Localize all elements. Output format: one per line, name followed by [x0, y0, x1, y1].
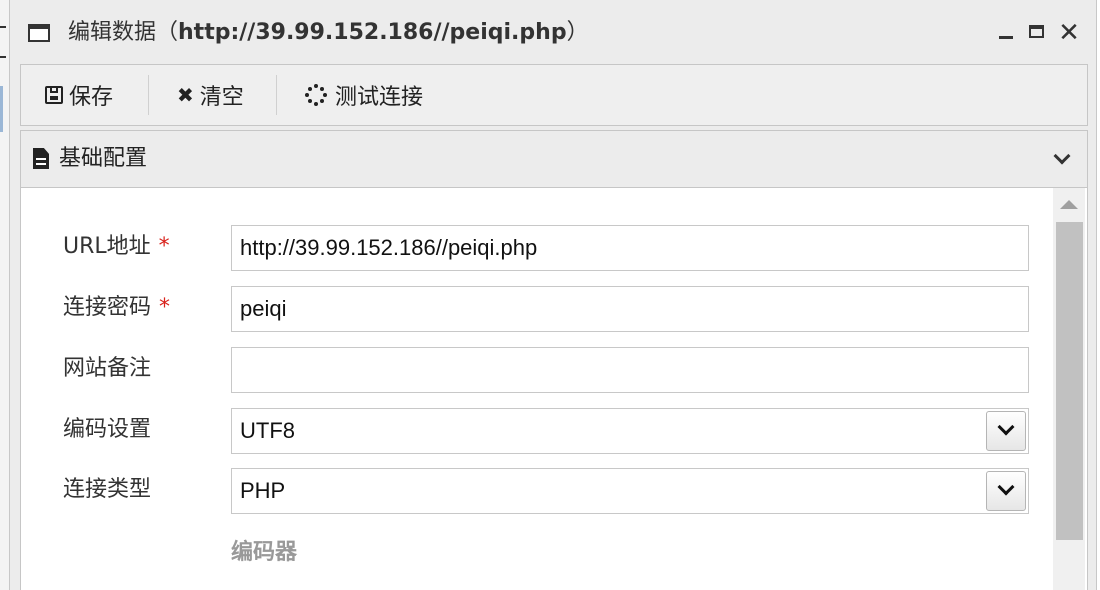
url-label: URL地址 * — [63, 232, 170, 262]
scroll-thumb[interactable] — [1056, 222, 1083, 540]
encoder-label: 编码器 — [231, 540, 298, 565]
x-icon: ✖ — [177, 83, 194, 107]
conn-type-select[interactable]: PHP — [231, 468, 1029, 514]
maximize-button[interactable] — [1028, 20, 1048, 46]
note-input[interactable] — [231, 347, 1029, 393]
encoding-select[interactable]: UTF8 — [231, 408, 1029, 454]
panel-title: 基础配置 — [59, 146, 148, 171]
dialog-title: 编辑数据（http://39.99.152.186//peiqi.php） — [68, 18, 589, 48]
chevron-down-icon[interactable] — [1051, 149, 1073, 171]
url-input[interactable] — [231, 225, 1029, 271]
required-asterisk: * — [158, 234, 170, 259]
background-mark — [0, 26, 6, 28]
password-label-text: 连接密码 — [63, 295, 152, 320]
form-content: URL地址 * 连接密码 * 网站备注 编码设置 UTF8 连接类型 PHP 编码器 — [20, 188, 1088, 590]
test-connection-button[interactable]: 测试连接 — [305, 65, 423, 125]
title-suffix: ） — [566, 20, 589, 45]
chevron-down-icon[interactable] — [986, 411, 1026, 451]
dialog-titlebar[interactable]: 编辑数据（http://39.99.152.186//peiqi.php） ✕ — [10, 0, 1096, 64]
toolbar-divider — [148, 75, 149, 115]
clear-label: 清空 — [199, 85, 244, 110]
password-label: 连接密码 * — [63, 293, 170, 323]
url-label-text: URL地址 — [63, 234, 151, 259]
chevron-down-icon[interactable] — [986, 471, 1026, 511]
background-mark — [0, 56, 6, 58]
floppy-icon — [45, 86, 63, 104]
clear-button[interactable]: ✖ 清空 — [177, 65, 244, 125]
toolbar-divider — [276, 75, 277, 115]
required-asterisk: * — [159, 295, 171, 320]
encoding-label: 编码设置 — [63, 417, 152, 442]
test-connection-label: 测试连接 — [335, 85, 424, 110]
toolbar: 保存 ✖ 清空 测试连接 — [20, 64, 1088, 126]
edit-data-dialog: 编辑数据（http://39.99.152.186//peiqi.php） ✕ … — [9, 0, 1097, 590]
title-prefix: 编辑数据（ — [68, 20, 179, 45]
password-input[interactable] — [231, 286, 1029, 332]
note-label: 网站备注 — [63, 356, 152, 381]
close-button[interactable]: ✕ — [1058, 20, 1080, 46]
save-button[interactable]: 保存 — [45, 65, 113, 125]
conn-type-value: PHP — [240, 478, 286, 503]
minimize-button[interactable] — [998, 20, 1016, 46]
spinner-icon — [305, 84, 327, 106]
encoding-value: UTF8 — [240, 418, 295, 443]
conn-type-label: 连接类型 — [63, 477, 152, 502]
background-selection — [0, 86, 3, 132]
document-icon — [33, 148, 49, 169]
scroll-up-arrow-icon[interactable] — [1060, 200, 1078, 209]
title-url: http://39.99.152.186//peiqi.php — [178, 20, 567, 45]
window-icon — [28, 24, 50, 42]
vertical-scrollbar[interactable] — [1053, 188, 1085, 590]
save-label: 保存 — [69, 85, 114, 110]
basic-config-header[interactable]: 基础配置 — [20, 130, 1088, 188]
